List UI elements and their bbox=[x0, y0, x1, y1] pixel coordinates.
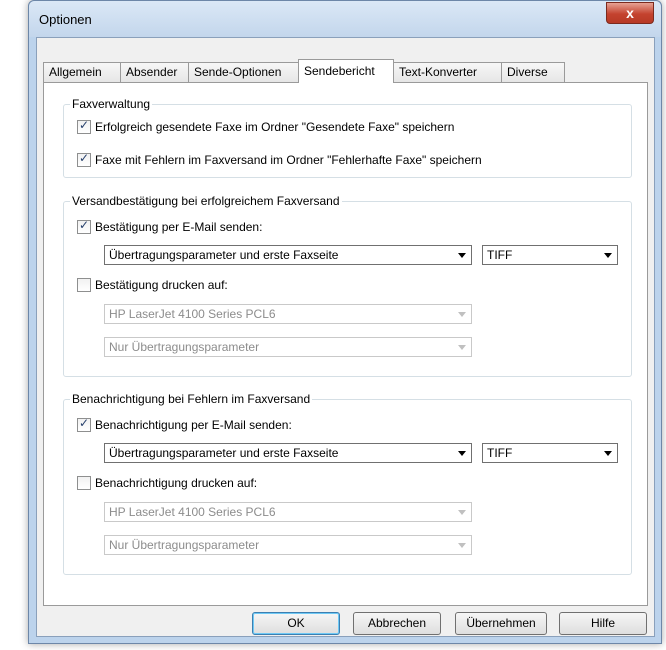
select-value: Nur Übertragungsparameter bbox=[109, 538, 260, 552]
checkmark-icon: ✓ bbox=[79, 416, 90, 430]
checkbox-confirm-print[interactable]: Bestätigung drucken auf: bbox=[77, 278, 228, 292]
group-title: Versandbestätigung bei erfolgreichem Fax… bbox=[70, 194, 342, 208]
checkbox-label: Bestätigung drucken auf: bbox=[95, 278, 228, 292]
group-title: Benachrichtigung bei Fehlern im Faxversa… bbox=[70, 392, 313, 406]
group-fehler: Benachrichtigung bei Fehlern im Faxversa… bbox=[63, 392, 632, 575]
checkbox-error-email[interactable]: ✓ Benachrichtigung per E-Mail senden: bbox=[77, 416, 292, 432]
checkmark-icon: ✓ bbox=[79, 118, 90, 132]
checkbox-label: Faxe mit Fehlern im Faxversand im Ordner… bbox=[95, 153, 482, 167]
confirm-email-format-select[interactable]: TIFF bbox=[482, 245, 618, 265]
checkbox-label: Benachrichtigung per E-Mail senden: bbox=[95, 418, 292, 432]
select-value: HP LaserJet 4100 Series PCL6 bbox=[109, 307, 276, 321]
select-value: TIFF bbox=[487, 248, 513, 262]
checkbox-confirm-email[interactable]: ✓ Bestätigung per E-Mail senden: bbox=[77, 218, 263, 234]
error-printer-select[interactable]: HP LaserJet 4100 Series PCL6 bbox=[104, 502, 472, 522]
checkbox-box: ✓ bbox=[77, 151, 91, 167]
group-title: Faxverwaltung bbox=[70, 97, 153, 111]
chevron-down-icon bbox=[458, 345, 466, 350]
checkbox-box bbox=[77, 476, 91, 490]
cancel-button[interactable]: Abbrechen bbox=[353, 612, 441, 635]
error-email-content-select[interactable]: Übertragungsparameter und erste Faxseite bbox=[104, 443, 472, 463]
select-value: TIFF bbox=[487, 446, 513, 460]
checkbox-save-sent[interactable]: ✓ Erfolgreich gesendete Faxe im Ordner "… bbox=[77, 118, 455, 134]
tab-text-konverter[interactable]: Text-Konverter bbox=[393, 62, 503, 82]
chevron-down-icon bbox=[458, 510, 466, 515]
tab-label: Allgemein bbox=[49, 65, 102, 79]
tab-sendebericht[interactable]: Sendebericht bbox=[298, 59, 394, 83]
confirm-printer-select[interactable]: HP LaserJet 4100 Series PCL6 bbox=[104, 304, 472, 324]
options-dialog: Optionen x Allgemein Absender Sende-Opti… bbox=[28, 0, 662, 644]
sendebericht-panel: Faxverwaltung ✓ Erfolgreich gesendete Fa… bbox=[43, 82, 648, 606]
checkbox-box: ✓ bbox=[77, 416, 91, 432]
checkbox-box: ✓ bbox=[77, 118, 91, 134]
title-bar: Optionen x bbox=[29, 1, 661, 37]
select-value: Nur Übertragungsparameter bbox=[109, 340, 260, 354]
select-value: Übertragungsparameter und erste Faxseite bbox=[109, 446, 339, 460]
close-icon: x bbox=[626, 5, 634, 21]
error-email-format-select[interactable]: TIFF bbox=[482, 443, 618, 463]
chevron-down-icon bbox=[458, 451, 466, 456]
tab-label: Sendebericht bbox=[304, 64, 375, 78]
checkmark-icon: ✓ bbox=[79, 151, 90, 165]
error-print-content-select[interactable]: Nur Übertragungsparameter bbox=[104, 535, 472, 555]
confirm-email-content-select[interactable]: Übertragungsparameter und erste Faxseite bbox=[104, 245, 472, 265]
close-button[interactable]: x bbox=[606, 2, 654, 24]
checkbox-error-print[interactable]: Benachrichtigung drucken auf: bbox=[77, 476, 257, 490]
checkbox-box: ✓ bbox=[77, 218, 91, 234]
dialog-title: Optionen bbox=[39, 12, 92, 27]
select-value: HP LaserJet 4100 Series PCL6 bbox=[109, 505, 276, 519]
group-versandbestaetigung: Versandbestätigung bei erfolgreichem Fax… bbox=[63, 194, 632, 377]
tab-label: Text-Konverter bbox=[399, 65, 478, 79]
chevron-down-icon bbox=[458, 543, 466, 548]
checkbox-label: Bestätigung per E-Mail senden: bbox=[95, 220, 263, 234]
checkbox-box bbox=[77, 278, 91, 292]
help-button[interactable]: Hilfe bbox=[559, 612, 647, 635]
confirm-print-content-select[interactable]: Nur Übertragungsparameter bbox=[104, 337, 472, 357]
tab-label: Absender bbox=[126, 65, 178, 79]
tab-label: Diverse bbox=[507, 65, 548, 79]
chevron-down-icon bbox=[458, 312, 466, 317]
checkbox-save-failed[interactable]: ✓ Faxe mit Fehlern im Faxversand im Ordn… bbox=[77, 151, 482, 167]
checkbox-label: Erfolgreich gesendete Faxe im Ordner "Ge… bbox=[95, 120, 455, 134]
tab-diverse[interactable]: Diverse bbox=[501, 62, 565, 82]
group-faxverwaltung: Faxverwaltung ✓ Erfolgreich gesendete Fa… bbox=[63, 97, 632, 178]
dialog-client: Allgemein Absender Sende-Optionen Sendeb… bbox=[36, 37, 655, 637]
chevron-down-icon bbox=[458, 253, 466, 258]
apply-button[interactable]: Übernehmen bbox=[455, 612, 547, 635]
tab-allgemein[interactable]: Allgemein bbox=[43, 62, 121, 82]
chevron-down-icon bbox=[604, 451, 612, 456]
tab-label: Sende-Optionen bbox=[194, 65, 282, 79]
ok-button[interactable]: OK bbox=[252, 612, 340, 635]
tab-absender[interactable]: Absender bbox=[120, 62, 190, 82]
tab-sende-optionen[interactable]: Sende-Optionen bbox=[188, 62, 300, 82]
checkbox-label: Benachrichtigung drucken auf: bbox=[95, 476, 258, 490]
chevron-down-icon bbox=[604, 253, 612, 258]
checkmark-icon: ✓ bbox=[79, 218, 90, 232]
select-value: Übertragungsparameter und erste Faxseite bbox=[109, 248, 339, 262]
